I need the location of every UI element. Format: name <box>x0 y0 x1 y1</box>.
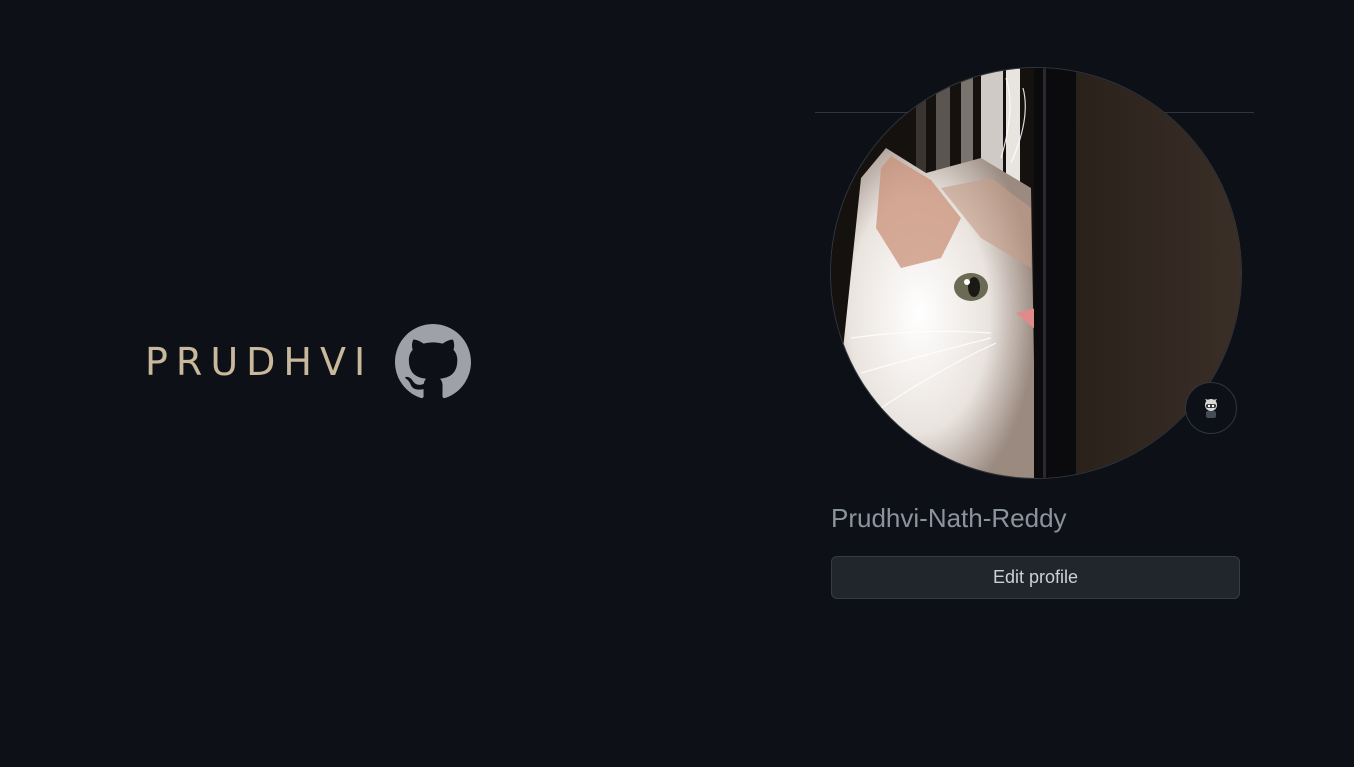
page: PRUDHVI Prudhvi-Nath-Reddy Edit profile <box>0 0 1354 767</box>
cat-avatar-image <box>831 68 1241 478</box>
avatar[interactable] <box>831 68 1241 478</box>
avatar-container <box>831 68 1241 478</box>
profile-username: Prudhvi-Nath-Reddy <box>831 503 1067 533</box>
octocat-status-icon <box>1205 399 1217 418</box>
brand: PRUDHVI <box>145 324 472 400</box>
github-icon[interactable] <box>395 324 472 400</box>
brand-name: PRUDHVI <box>145 340 374 384</box>
status-badge[interactable] <box>1185 382 1237 434</box>
edit-profile-button[interactable]: Edit profile <box>831 556 1240 599</box>
